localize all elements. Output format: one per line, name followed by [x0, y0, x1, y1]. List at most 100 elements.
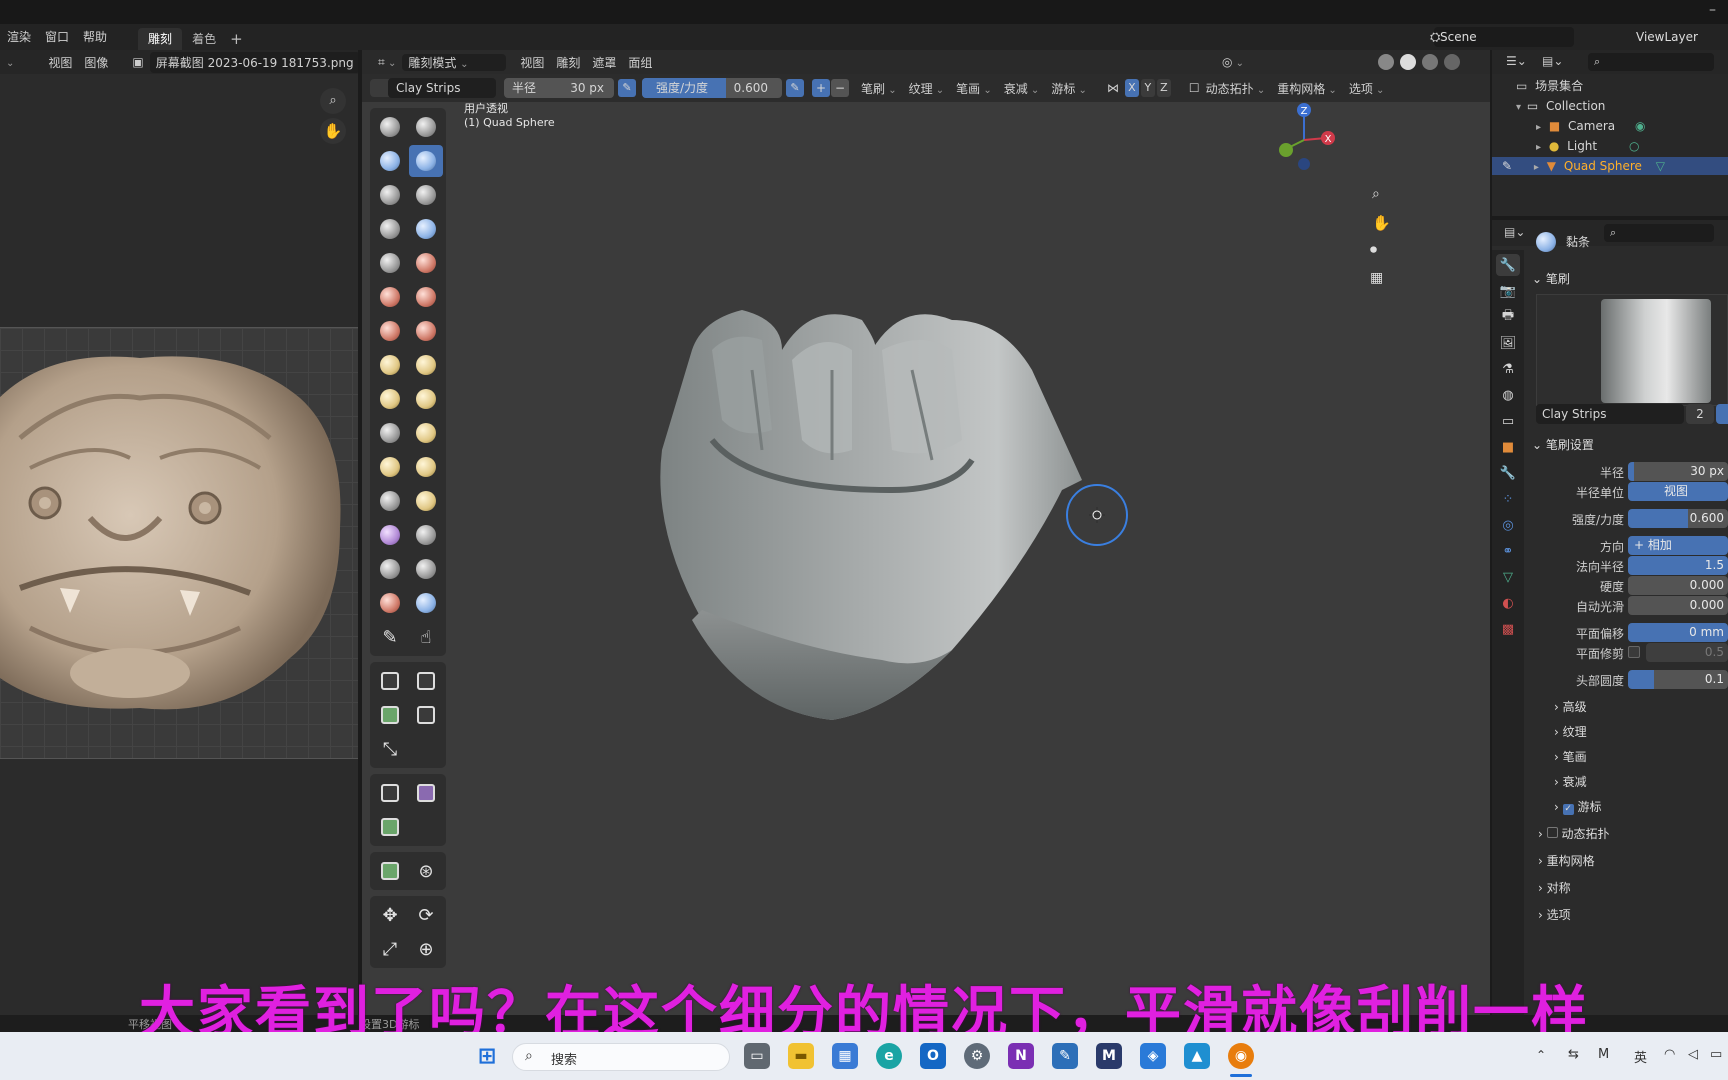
subpanel-cursor[interactable]: › ✓ 游标	[1554, 798, 1601, 815]
radius-pressure-icon[interactable]: ✎	[618, 79, 636, 97]
radius-value-field[interactable]: 30 px	[1628, 462, 1728, 481]
prop-strength[interactable]: 强度/力度 0.600	[1530, 509, 1728, 529]
cloth-filter-tool[interactable]	[409, 777, 443, 809]
symmetry-y-button[interactable]: Y	[1140, 79, 1155, 97]
fake-user-shield-icon[interactable]	[1716, 404, 1728, 424]
edit-mode-icon[interactable]: ✎	[1502, 159, 1512, 173]
color-filter-tool[interactable]	[373, 811, 407, 843]
normal-radius-field[interactable]: 1.5	[1628, 556, 1728, 575]
cursor-menu[interactable]: 游标	[1045, 80, 1093, 97]
menu-window[interactable]: 窗口	[38, 24, 76, 50]
display-mode-dropdown[interactable]: ▤⌄	[1542, 54, 1563, 68]
wifi-icon[interactable]: ◠	[1664, 1047, 1675, 1062]
3d-viewport[interactable]: ⌗ 雕刻模式 视图 雕刻 遮罩 面组 ◎ ◖ Clay Strips 半径 30…	[362, 50, 1490, 1015]
pan-hand-icon[interactable]: ✋	[1372, 214, 1391, 232]
radius-unit-view-button[interactable]: 视图	[1628, 482, 1728, 501]
strength-value-field[interactable]: 0.600	[1628, 509, 1728, 528]
prop-direction[interactable]: 方向 + 相加	[1530, 536, 1728, 556]
direction-add-icon[interactable]: +	[812, 79, 830, 97]
brush-name-field[interactable]: Clay Strips	[388, 78, 496, 98]
nudge-tool[interactable]	[373, 451, 407, 483]
show-hidden-icons-chevron-icon[interactable]: ⌃	[1536, 1048, 1546, 1062]
add-workspace-button[interactable]: +	[226, 28, 247, 50]
menu-help[interactable]: 帮助	[76, 24, 114, 50]
mask-tool[interactable]	[373, 553, 407, 585]
remesh-menu[interactable]: 重构网格	[1271, 80, 1343, 97]
menu-sculpt[interactable]: 雕刻	[550, 54, 586, 71]
strength-field[interactable]: 强度/力度 0.600	[642, 78, 782, 98]
properties-search-icon[interactable]: ⌕	[1604, 224, 1714, 242]
elastic-deform-tool[interactable]	[373, 383, 407, 415]
edge-browser-icon[interactable]: e	[876, 1043, 902, 1069]
photos-app-icon[interactable]: ▲	[1184, 1043, 1210, 1069]
material-tab-icon[interactable]: ◐	[1496, 592, 1520, 614]
box-trim-tool[interactable]	[409, 699, 443, 731]
editor-type-dropdown[interactable]	[0, 55, 20, 69]
ime-language-indicator[interactable]: 英	[1634, 1047, 1647, 1066]
subpanel-stroke[interactable]: › 笔画	[1554, 748, 1587, 765]
dyntopo-menu[interactable]: 动态拓扑	[1206, 80, 1272, 97]
file-explorer-icon[interactable]: ▬	[788, 1043, 814, 1069]
stroke-menu[interactable]: 笔画	[950, 80, 998, 97]
grab-tool[interactable]	[409, 349, 443, 381]
navigation-gizmo[interactable]: Z X	[1270, 100, 1340, 180]
render-tab-icon[interactable]: 📷	[1496, 280, 1520, 302]
blob-tool[interactable]	[409, 213, 443, 245]
options-menu[interactable]: 选项	[1343, 80, 1391, 97]
onenote-icon[interactable]: N	[1008, 1043, 1034, 1069]
rendered-shading-icon[interactable]	[1444, 54, 1460, 70]
expand-chevron-icon[interactable]: ▸	[1536, 122, 1541, 133]
mesh-filter-tool[interactable]	[373, 777, 407, 809]
subpanel-advanced[interactable]: › 高级	[1554, 698, 1587, 715]
pose-tool[interactable]	[409, 417, 443, 449]
fill-tool[interactable]	[409, 281, 443, 313]
tab-sculpting[interactable]: 雕刻	[138, 28, 183, 50]
windows-start-icon[interactable]: ⊞	[474, 1043, 500, 1069]
paint-tool[interactable]: ✎	[373, 621, 407, 653]
pivot-icon[interactable]: ◎	[1216, 55, 1250, 69]
thumb-tool[interactable]	[373, 417, 407, 449]
simplify-tool[interactable]	[409, 519, 443, 551]
cursor-checkbox[interactable]: ✓	[1562, 804, 1574, 815]
symmetry-z-button[interactable]: Z	[1156, 79, 1171, 97]
menu-render[interactable]: 渲染	[0, 24, 38, 50]
brush-menu[interactable]: 笔刷	[855, 80, 903, 97]
rotate-tool[interactable]	[409, 451, 443, 483]
zoom-icon[interactable]: ⌕	[1372, 186, 1380, 202]
drawing-app-icon[interactable]: ✎	[1052, 1043, 1078, 1069]
direction-subtract-icon[interactable]: −	[831, 79, 849, 97]
scrape-tool[interactable]	[373, 315, 407, 347]
camera-view-icon[interactable]: ⏺	[1370, 242, 1377, 258]
taskbar-search-box[interactable]: ⌕ 搜索	[512, 1043, 730, 1071]
collapse-chevron-icon[interactable]: ▾	[1516, 102, 1521, 113]
panel-dyntopo[interactable]: › 动态拓扑	[1538, 825, 1609, 842]
minimize-button[interactable]: –	[1709, 2, 1716, 18]
falloff-menu[interactable]: 衰减	[998, 80, 1046, 97]
browser-app-icon[interactable]: ◈	[1140, 1043, 1166, 1069]
object-tab-icon[interactable]: ■	[1496, 436, 1520, 458]
plane-trim-checkbox[interactable]	[1628, 646, 1640, 658]
material-shading-icon[interactable]	[1422, 54, 1438, 70]
editor-type-dropdown[interactable]: ⌗	[372, 55, 402, 70]
outlook-icon[interactable]: O	[920, 1043, 946, 1069]
collection-tab-icon[interactable]: ▭	[1496, 410, 1520, 432]
zoom-icon[interactable]: ⌕	[320, 88, 346, 114]
panel-options[interactable]: › 选项	[1538, 906, 1571, 923]
physics-tab-icon[interactable]: ◎	[1496, 514, 1520, 536]
image-name-field[interactable]: 屏幕截图 2023-06-19 181753.png	[149, 51, 360, 73]
radius-field[interactable]: 半径 30 px	[504, 78, 614, 98]
wireframe-shading-icon[interactable]	[1378, 54, 1394, 70]
texture-tab-icon[interactable]: ▩	[1496, 618, 1520, 640]
outliner-item-light[interactable]: ▸ ● Light ○	[1492, 137, 1728, 155]
battery-icon[interactable]: ▭	[1710, 1047, 1722, 1062]
editor-type-dropdown[interactable]: ▤⌄	[1504, 225, 1525, 239]
scene-selector[interactable]: Scene	[1434, 27, 1574, 47]
view-layer-tab-icon[interactable]: 🖼	[1496, 332, 1520, 354]
expand-chevron-icon[interactable]: ▸	[1536, 142, 1541, 153]
output-tab-icon[interactable]: 🖶	[1496, 306, 1520, 328]
mail-app-icon[interactable]: M	[1096, 1043, 1122, 1069]
menu-face-sets[interactable]: 面组	[622, 54, 658, 71]
perspective-grid-icon[interactable]: ▦	[1370, 270, 1383, 286]
outliner-item-camera[interactable]: ▸ ■ Camera ◉	[1492, 117, 1728, 135]
modifier-tab-icon[interactable]: 🔧	[1496, 462, 1520, 484]
